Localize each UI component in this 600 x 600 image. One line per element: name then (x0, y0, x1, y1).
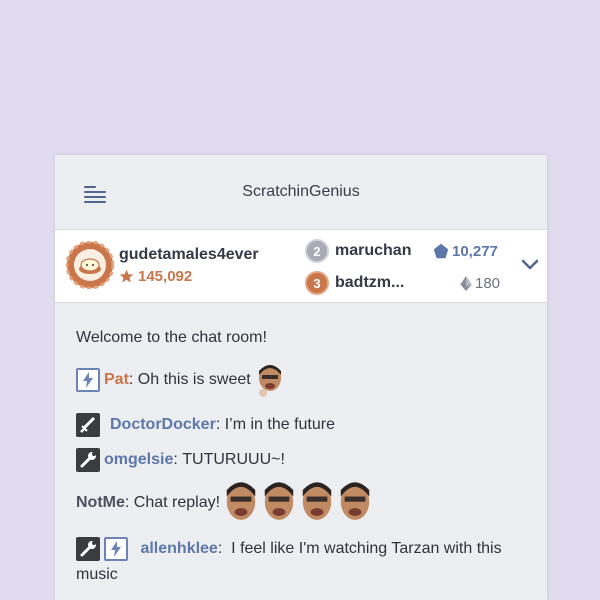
chat-colon: : (217, 540, 227, 557)
welcome-message: Welcome to the chat room! (76, 329, 267, 346)
rank-2-stat-value: 10,277 (452, 242, 498, 260)
rank-3-stat: 180 (460, 275, 500, 292)
chat-username[interactable]: NotMe (76, 494, 125, 512)
chat-message: DoctorDocker: I’m in the future (76, 411, 335, 439)
lightning-icon (104, 536, 128, 561)
chat-colon: : (128, 371, 138, 388)
rank-1-score-value: 145,092 (138, 268, 193, 285)
rank-3-username: badtzm... (335, 274, 405, 291)
rank-2-username: maruchan (335, 242, 412, 259)
chat-message: allenhklee: I feel like I'm watching Tar… (76, 536, 516, 588)
face-emote-icon (302, 482, 332, 520)
sword-icon (76, 413, 100, 437)
chat-text: Chat replay! (133, 494, 221, 511)
menu-icon-bar (84, 201, 106, 203)
header: ScratchinGenius (55, 155, 547, 229)
face-emote-icon (258, 365, 281, 397)
face-emote-icon (264, 482, 294, 520)
rank-2-badge: 2 (305, 239, 329, 263)
rank-2-stat: 10,277 (433, 243, 498, 260)
rank-1-score: 145,092 (119, 268, 192, 285)
star-icon (119, 269, 134, 283)
chat-card: ScratchinGenius gudetamales4ever 145,092… (55, 155, 547, 600)
emote-group (224, 481, 372, 525)
chat-colon: : (124, 494, 134, 511)
chat-message: NotMe: Chat replay! (76, 481, 372, 525)
chat-text: Oh this is sweet (137, 371, 251, 388)
rank-3-row[interactable]: 3 badtzm... 180 (305, 271, 505, 295)
chat-username[interactable]: omgelsie (104, 451, 173, 469)
chat-text: TUTURUUU~! (182, 451, 285, 468)
rank-1-badge-icon (66, 241, 114, 289)
chat-username[interactable]: allenhklee (140, 540, 217, 557)
gem-icon (460, 275, 472, 291)
rank-3-stat-value: 180 (475, 274, 501, 292)
chat-messages[interactable]: Welcome to the chat room! Pat: Oh this i… (55, 303, 547, 600)
rank-1-username[interactable]: gudetamales4ever (119, 246, 259, 264)
wrench-icon (76, 448, 100, 472)
chat-message: omgelsie: TUTURUUU~! (76, 446, 285, 474)
chat-colon: : (173, 451, 183, 468)
chat-colon: : (215, 416, 225, 433)
chat-username[interactable]: Pat (104, 371, 129, 389)
lightning-icon (76, 368, 100, 392)
channel-title: ScratchinGenius (242, 183, 360, 200)
chat-message: Pat: Oh this is sweet (76, 361, 283, 399)
chat-text: I’m in the future (224, 416, 335, 433)
wrench-icon (76, 536, 100, 561)
face-emote-icon (226, 482, 256, 520)
leaderboard[interactable]: gudetamales4ever 145,092 2 maruchan 10,2… (55, 229, 547, 303)
chat-username[interactable]: DoctorDocker (110, 416, 216, 434)
chevron-down-icon[interactable] (521, 258, 539, 272)
face-emote-icon (340, 482, 370, 520)
pentagon-icon (433, 243, 449, 259)
rank-2-row[interactable]: 2 maruchan 10,277 (305, 239, 505, 263)
rank-3-badge: 3 (305, 271, 329, 295)
